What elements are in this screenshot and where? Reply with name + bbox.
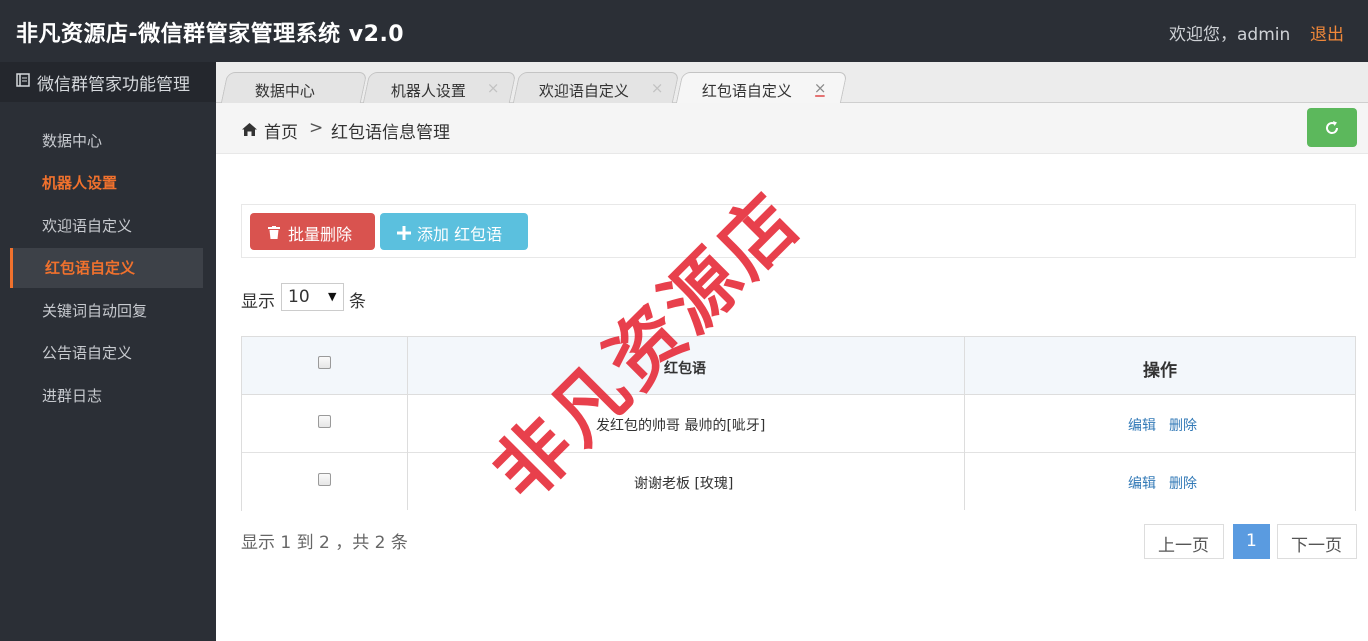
delete-link[interactable]: 删除 [1169,415,1197,435]
tab-label: 红包语自定义 [701,82,792,100]
sidebar: 微信群管家功能管理 数据中心 机器人设置 欢迎语自定义 红包语自定义 关键词自动… [0,62,216,641]
refresh-button[interactable] [1307,108,1357,147]
table-row: 发红包的帅哥 最帅的[呲牙] 编辑 删除 [242,395,1355,453]
page-length-select[interactable]: 10 ▼ [281,283,344,311]
sidebar-item-robot-settings[interactable]: 机器人设置 [0,163,203,203]
sidebar-header: 微信群管家功能管理 [0,62,216,102]
column-divider [407,337,408,510]
redpacket-table: 红包语 操作 发红包的帅哥 最帅的[呲牙] 编辑 删除 谢谢老板 [玫瑰] 编辑… [241,336,1356,511]
add-redpacket-label: 添加 红包语 [417,225,503,244]
page-length-prefix: 显示 [241,292,275,312]
sidebar-item-keyword-reply[interactable]: 关键词自动回复 [0,291,203,331]
next-page-button[interactable]: 下一页 [1277,524,1357,559]
prev-page-label: 上一页 [1158,536,1209,556]
select-all-checkbox[interactable] [318,356,331,369]
tab-welcome-custom[interactable]: 欢迎语自定义 × [512,72,680,104]
close-icon[interactable]: × [487,79,500,97]
next-page-label: 下一页 [1291,536,1342,556]
prev-page-button[interactable]: 上一页 [1144,524,1224,559]
refresh-icon [1326,121,1339,134]
edit-link[interactable]: 编辑 [1128,473,1156,493]
column-header-text: 红包语 [664,361,706,377]
tab-data-center[interactable]: 数据中心 [220,72,368,104]
delete-link[interactable]: 删除 [1169,473,1197,493]
home-icon [242,123,257,136]
tab-label: 欢迎语自定义 [538,82,629,100]
welcome-text: 欢迎您，admin [1169,25,1291,45]
table-row: 谢谢老板 [玫瑰] 编辑 删除 [242,453,1355,511]
breadcrumb-current: 红包语信息管理 [331,123,450,143]
plus-icon [397,226,411,240]
row-checkbox[interactable] [318,473,331,486]
table-info: 显示 1 到 2 ，共 2 条 [241,533,408,553]
action-toolbar: 批量删除 添加 红包语 [241,204,1356,258]
breadcrumb-separator: > [309,118,324,138]
book-icon [16,73,30,87]
page-1-button[interactable]: 1 [1233,524,1270,559]
page-length-value: 10 [288,287,310,307]
sidebar-item-welcome-custom[interactable]: 欢迎语自定义 [0,206,203,246]
close-icon[interactable]: × [651,79,664,97]
tab-redpacket-custom[interactable]: 红包语自定义 × [675,72,848,105]
add-redpacket-button[interactable]: 添加 红包语 [380,213,528,250]
sidebar-item-join-log[interactable]: 进群日志 [0,376,203,416]
sidebar-title: 微信群管家功能管理 [37,75,190,95]
tab-label: 数据中心 [254,82,315,100]
caret-down-icon: ▼ [328,290,337,303]
logout-link[interactable]: 退出 [1310,20,1344,45]
sidebar-item-data-center[interactable]: 数据中心 [0,121,203,161]
current-page-label: 1 [1246,531,1257,551]
page-length-suffix: 条 [349,292,366,312]
row-text: 谢谢老板 [玫瑰] [634,476,734,492]
row-text: 发红包的帅哥 最帅的[呲牙] [596,418,766,434]
tab-label: 机器人设置 [390,82,466,100]
sidebar-item-announcement-custom[interactable]: 公告语自定义 [0,333,203,373]
tab-strip: 数据中心 机器人设置 × 欢迎语自定义 × 红包语自定义 × [216,62,1368,105]
table-header: 红包语 操作 [242,337,1355,395]
breadcrumb: 首页 > 红包语信息管理 [216,103,1368,154]
edit-link[interactable]: 编辑 [1128,415,1156,435]
trash-icon [268,226,280,239]
column-divider [964,337,965,510]
top-bar: 非凡资源店-微信群管家管理系统 v2.0 欢迎您，admin 退出 [0,0,1368,62]
sidebar-item-redpacket-custom[interactable]: 红包语自定义 [10,248,203,288]
column-header-ops: 操作 [1143,361,1177,381]
breadcrumb-home[interactable]: 首页 [264,118,298,143]
batch-delete-label: 批量删除 [288,225,353,244]
batch-delete-button[interactable]: 批量删除 [250,213,375,250]
close-icon[interactable]: × [814,79,826,97]
row-checkbox[interactable] [318,415,331,428]
app-title: 非凡资源店-微信群管家管理系统 v2.0 [16,22,405,47]
tab-robot-settings[interactable]: 机器人设置 × [362,72,517,104]
